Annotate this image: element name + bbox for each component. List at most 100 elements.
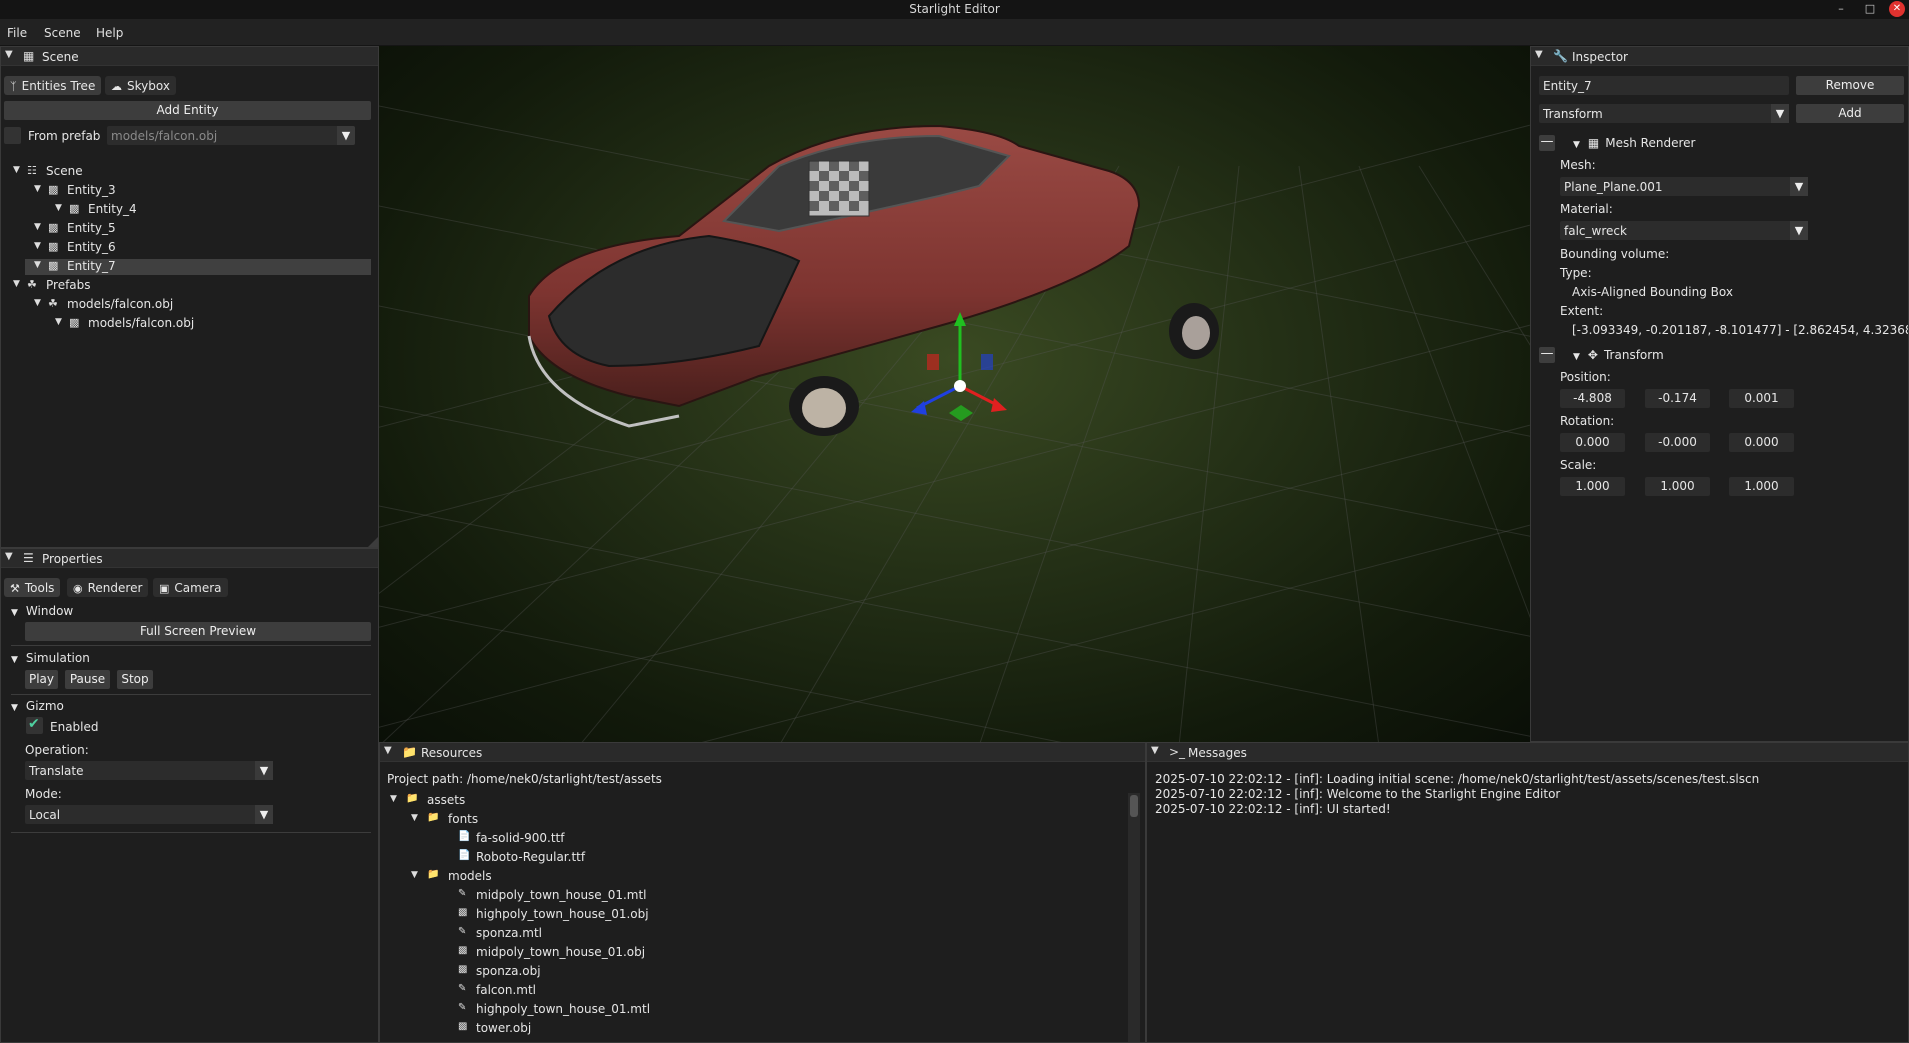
prefab-select[interactable]: models/falcon.obj ▼ [107, 126, 355, 145]
tree-item[interactable]: ▼ ☘ models/falcon.obj [1, 297, 371, 313]
expand-icon[interactable]: ▼ [13, 279, 20, 289]
section-window[interactable]: ▼ Window [11, 604, 73, 618]
mesh-select[interactable]: Plane_Plane.001 ▼ [1560, 177, 1808, 196]
expand-icon[interactable]: ▼ [34, 298, 41, 308]
remove-mesh-renderer-button[interactable]: — [1539, 135, 1555, 151]
material-select[interactable]: falc_wreck ▼ [1560, 221, 1808, 240]
file-item[interactable]: ▩ tower.obj [380, 1021, 1120, 1037]
tree-item[interactable]: ▼ ▩ Entity_3 [1, 183, 371, 199]
file-item[interactable]: ▩ midpoly_town_house_01.obj [380, 945, 1120, 961]
scene-panel-header[interactable]: ▼ ▦ Scene [1, 47, 378, 66]
section-mesh-renderer[interactable]: ▼ ▦ Mesh Renderer [1573, 136, 1695, 150]
gizmo-enabled-checkbox[interactable] [26, 716, 43, 734]
maximize-button[interactable]: □ [1860, 0, 1880, 19]
file-item[interactable]: ▩ highpoly_town_house_01.obj [380, 907, 1120, 923]
rotation-y-input[interactable]: -0.000 [1645, 433, 1710, 452]
tab-skybox[interactable]: ☁ Skybox [105, 76, 176, 95]
folder-item[interactable]: ▼ 📁 assets [380, 793, 1120, 809]
rotation-x-input[interactable]: 0.000 [1560, 433, 1625, 452]
expand-icon[interactable]: ▼ [34, 241, 41, 251]
tree-item[interactable]: ▼ ▩ Entity_6 [1, 240, 371, 256]
collapse-icon[interactable]: ▼ [5, 551, 13, 562]
full-screen-preview-button[interactable]: Full Screen Preview [25, 622, 371, 641]
expand-icon[interactable]: ▼ [390, 794, 397, 804]
expand-icon[interactable]: ▼ [55, 317, 62, 327]
chevron-down-icon: ▼ [1790, 177, 1808, 196]
collapse-icon[interactable]: ▼ [384, 745, 392, 756]
tree-item[interactable]: ▼ ☷ Scene [1, 164, 371, 180]
file-item[interactable]: ✎ midpoly_town_house_01.mtl [380, 888, 1120, 904]
scale-x-input[interactable]: 1.000 [1560, 477, 1625, 496]
menu-bar: File Scene Help [0, 19, 1909, 46]
entity-name-input[interactable]: Entity_7 [1539, 76, 1789, 95]
scrollbar-thumb[interactable] [1130, 795, 1138, 817]
expand-icon[interactable]: ▼ [55, 203, 62, 213]
minimize-button[interactable]: – [1831, 0, 1851, 19]
file-item[interactable]: ✎ falcon.mtl [380, 983, 1120, 999]
remove-entity-button[interactable]: Remove [1796, 76, 1904, 95]
tab-tools[interactable]: ⚒ Tools [4, 578, 61, 597]
cubes-icon: ☘ [48, 297, 58, 310]
folder-item[interactable]: ▼ 📁 fonts [380, 812, 1120, 828]
file-item[interactable]: ▩ sponza.obj [380, 964, 1120, 980]
mode-select[interactable]: Local ▼ [25, 805, 273, 824]
section-simulation[interactable]: ▼ Simulation [11, 651, 90, 665]
add-entity-button[interactable]: Add Entity [4, 101, 371, 120]
collapse-icon[interactable]: ▼ [1151, 745, 1159, 756]
position-x-input[interactable]: -4.808 [1560, 389, 1625, 408]
resources-panel-header[interactable]: ▼ 📁 Resources [380, 743, 1145, 762]
messages-panel-header[interactable]: ▼ >_ Messages [1147, 743, 1908, 762]
from-prefab-checkbox[interactable] [4, 127, 21, 144]
file-item[interactable]: 📄 Roboto-Regular.ttf [380, 850, 1120, 866]
scale-z-input[interactable]: 1.000 [1729, 477, 1794, 496]
cube-icon: ▩ [458, 907, 468, 918]
rotation-z-input[interactable]: 0.000 [1729, 433, 1794, 452]
tab-entities-tree[interactable]: ᛉ Entities Tree [4, 76, 102, 95]
position-y-input[interactable]: -0.174 [1645, 389, 1710, 408]
resize-grip[interactable] [368, 537, 378, 547]
file-item[interactable]: ✎ highpoly_town_house_01.mtl [380, 1002, 1120, 1018]
file-item[interactable]: ✎ sponza.mtl [380, 926, 1120, 942]
pause-button[interactable]: Pause [65, 670, 110, 689]
tree-item-label: fa-solid-900.ttf [476, 831, 565, 845]
collapse-icon[interactable]: ▼ [1535, 49, 1543, 60]
remove-transform-button[interactable]: — [1539, 347, 1555, 363]
expand-icon[interactable]: ▼ [34, 222, 41, 232]
extent-label: Extent: [1560, 304, 1604, 318]
position-z-input[interactable]: 0.001 [1729, 389, 1794, 408]
expand-icon[interactable]: ▼ [411, 813, 418, 823]
component-type-select[interactable]: Transform ▼ [1539, 104, 1789, 123]
cube-icon: ▩ [458, 1021, 468, 1032]
inspector-panel-header[interactable]: ▼ 🔧 Inspector [1531, 47, 1908, 66]
tree-item[interactable]: ▼ ▩ models/falcon.obj [1, 316, 371, 332]
tree-item[interactable]: ▼ ▩ Entity_4 [1, 202, 371, 218]
menu-file[interactable]: File [7, 26, 27, 40]
file-item[interactable]: 📄 fa-solid-900.ttf [380, 831, 1120, 847]
expand-icon[interactable]: ▼ [13, 165, 20, 175]
tree-item[interactable]: ▼ ☘ Prefabs [1, 278, 371, 294]
tree-item[interactable]: ▼ ▩ Entity_7 [25, 259, 371, 275]
play-button[interactable]: Play [25, 670, 58, 689]
expand-icon[interactable]: ▼ [34, 184, 41, 194]
add-component-button[interactable]: Add [1796, 104, 1904, 123]
stop-button[interactable]: Stop [117, 670, 153, 689]
tab-renderer[interactable]: ◉ Renderer [67, 578, 149, 597]
collapse-icon[interactable]: ▼ [5, 49, 13, 60]
section-gizmo[interactable]: ▼ Gizmo [11, 699, 64, 713]
scene-viewport[interactable] [379, 46, 1530, 742]
menu-help[interactable]: Help [96, 26, 123, 40]
scale-y-input[interactable]: 1.000 [1645, 477, 1710, 496]
expand-icon[interactable]: ▼ [34, 260, 41, 270]
close-button[interactable]: ✕ [1889, 1, 1905, 17]
section-transform[interactable]: ▼ ✥ Transform [1573, 348, 1664, 362]
tree-item-label: midpoly_town_house_01.obj [476, 945, 646, 959]
operation-select[interactable]: Translate ▼ [25, 761, 273, 780]
properties-panel-header[interactable]: ▼ ☰ Properties [1, 549, 378, 568]
menu-scene[interactable]: Scene [44, 26, 81, 40]
tree-item[interactable]: ▼ ▩ Entity_5 [1, 221, 371, 237]
folder-item[interactable]: ▼ 📁 models [380, 869, 1120, 885]
expand-icon[interactable]: ▼ [411, 870, 418, 880]
resources-scrollbar[interactable] [1128, 793, 1140, 1042]
tab-camera[interactable]: ▣ Camera [153, 578, 228, 597]
viewport-render[interactable] [379, 46, 1530, 742]
